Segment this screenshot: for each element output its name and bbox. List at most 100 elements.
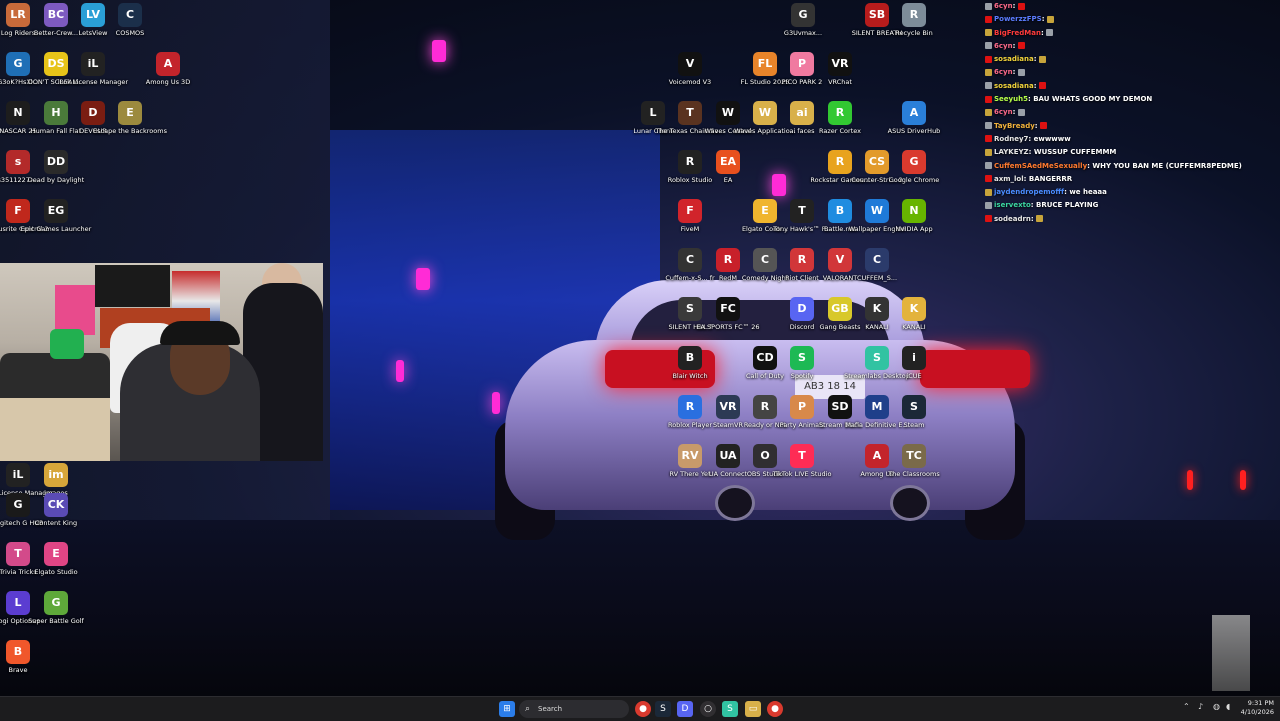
chat-message: 6cyn: [985,106,1280,119]
file-explorer-icon[interactable]: ▭ [745,701,761,717]
desktop-icon[interactable]: C COSMOS [92,3,168,37]
desktop-icon[interactable]: F FiveM [652,199,728,233]
app-icon: S [902,395,926,419]
chat-emote-icon [1017,68,1025,76]
green-pillow [50,329,84,359]
start-windows-icon[interactable]: ⊞ [499,701,515,717]
chat-badge-icon [985,55,992,63]
desktop-icon-label: Super Battle Golf [28,617,84,625]
desktop-icon-label: iCUE [906,372,922,380]
desktop-icon-label: The Classrooms [888,470,940,478]
desktop-icon-label: Spotify [790,372,814,380]
desktop-icon[interactable]: i iCUE [876,346,952,380]
chat-message: CuffemSAedMeSexually: WHY YOU BAN ME (CU… [985,160,1280,173]
app-icon: R [828,101,852,125]
chat-emote-icon [1017,108,1025,116]
desktop-icon[interactable]: imimages [18,463,94,497]
chat-badge-icon [985,188,992,196]
desktop-icon[interactable]: K KANALI [876,297,952,331]
app-icon: TC [902,444,926,468]
desktop-icon[interactable]: G Google Chrome [876,150,952,184]
chat-badge-icon [985,15,992,23]
desktop-icon[interactable]: R Recycle Bin [876,3,952,37]
chat-text: WUSSUP CUFFEMMM [1033,148,1117,157]
desktop-icon[interactable]: S Spotify [764,346,840,380]
chevron-up-icon[interactable]: ⌃ [1183,702,1190,711]
app-icon: im [44,463,68,487]
chat-emote-icon [1038,82,1046,90]
wallpaper-road [0,520,1280,696]
desktop-icon-label: Blair Witch [672,372,708,380]
desktop-icon-label: Brave [8,666,28,674]
desktop-icon[interactable]: iL iLok License Manager [55,52,131,86]
desktop-icon[interactable]: S Steam [876,395,952,429]
chat-username: Rodney7 [994,134,1029,143]
app-icon: E [118,101,142,125]
chat-message: iservexto: BRUCE PLAYING [985,199,1280,212]
desktop-icon-label: Escape the Backrooms [93,127,167,135]
chat-username: PowerzzFPS [994,15,1042,24]
chat-username: jaydendropemofff [994,188,1065,197]
chrome-icon[interactable]: ● [635,701,651,717]
desktop-icon[interactable]: TC The Classrooms [876,444,952,478]
desktop-icon[interactable]: A ASUS DriverHub [876,101,952,135]
app-icon: C [118,3,142,27]
chat-message: 6cyn: [985,66,1280,79]
chat-emote-icon [1046,15,1054,23]
app-icon: FC [716,297,740,321]
chat-username: sosadiana [994,55,1034,64]
desktop-icon[interactable]: G Super Battle Golf [18,591,94,625]
app-icon: E [44,542,68,566]
obs-icon[interactable]: ○ [700,701,716,717]
chat-message: TayBready: [985,120,1280,133]
microphone-icon[interactable]: ♪ [1198,702,1203,711]
app-icon: EA [716,150,740,174]
discord-icon[interactable]: D [677,701,693,717]
desktop-icon[interactable]: EA EA [690,150,766,184]
network-icon[interactable]: ◍ [1213,702,1220,711]
chat-badge-icon [985,148,992,156]
chat-message: jaydendropemofff: we heaaa [985,186,1280,199]
desktop-icon-label: EA SPORTS FC™ 26 [696,323,760,331]
desktop-icon[interactable]: CK Content King [18,493,94,527]
chat-username: CuffemSAedMeSexually [994,161,1088,170]
desktop-icon[interactable]: T TikTok LIVE Studio [764,444,840,478]
chat-message: sosadiana: [985,80,1280,93]
app-icon: VR [828,52,852,76]
desktop-icon[interactable]: E Escape the Backrooms [92,101,168,135]
desktop-icon-label: iLok License Manager [57,78,129,86]
chat-text: BAU WHATS GOOD MY DEMON [1033,95,1153,104]
desktop-icon[interactable]: R Razer Cortex [802,101,878,135]
desktop-icon[interactable]: N NVIDIA App [876,199,952,233]
desktop-icon[interactable]: C CUFFEM_S... [839,248,915,282]
chat-badge-icon [985,108,992,116]
chat-emote-icon [1017,2,1025,10]
desktop-icon[interactable]: FC EA SPORTS FC™ 26 [690,297,766,331]
system-clock[interactable]: 9:31 PM 4/10/2026 [1240,699,1274,717]
stream-chat-overlay: 6cyn: PowerzzFPS: BigFredMan: 6cyn: sosa… [985,0,1280,226]
volume-icon[interactable]: ◖ [1226,702,1230,711]
desktop-icon[interactable]: DD Dead by Daylight [18,150,94,184]
app-icon: N [902,199,926,223]
desktop-icon[interactable]: V Voicemod V3 [652,52,728,86]
desktop-icon[interactable]: A Among Us 3D [130,52,206,86]
streamlabs-icon[interactable]: S [722,701,738,717]
search-box[interactable]: ⌕ Search [519,700,629,718]
desktop-icon[interactable]: VR VRChat [802,52,878,86]
chat-text: ewwwww [1033,134,1071,143]
chrome-icon[interactable]: ● [767,701,783,717]
webcam-overlay [0,263,323,461]
desktop-icon-label: FiveM [680,225,700,233]
desktop-icon[interactable]: E Elgato Studio [18,542,94,576]
desktop-icon[interactable]: G G3Uvmax... [765,3,841,37]
chat-badge-icon [985,135,992,143]
chat-username: iservexto [994,201,1031,210]
chat-emote-icon [1017,42,1025,50]
app-icon: CK [44,493,68,517]
desktop-icon[interactable]: EG Epic Games Launcher [18,199,94,233]
chat-emote-icon [1036,215,1044,223]
steam-icon[interactable]: S [655,701,671,717]
desktop-icon[interactable]: B Blair Witch [652,346,728,380]
app-icon: S [790,346,814,370]
desktop-icon[interactable]: B Brave [0,640,56,674]
